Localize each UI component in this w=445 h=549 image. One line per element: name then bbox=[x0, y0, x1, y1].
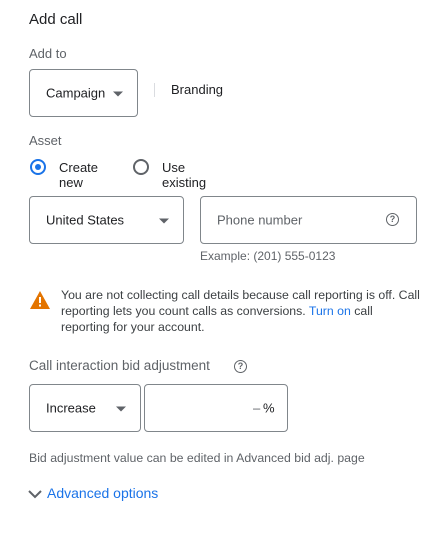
asset-label: Asset bbox=[29, 133, 62, 148]
divider bbox=[154, 83, 155, 97]
country-value: United States bbox=[46, 212, 125, 228]
use-existing-radio[interactable] bbox=[133, 159, 149, 175]
bid-adjustment-label: Call interaction bid adjustment bbox=[29, 358, 210, 373]
chevron-down-icon bbox=[113, 91, 123, 97]
bid-direction-value: Increase bbox=[46, 400, 96, 416]
warning-icon bbox=[29, 290, 51, 315]
selected-campaign-name: Branding bbox=[171, 82, 224, 97]
help-icon[interactable]: ? bbox=[386, 213, 399, 226]
phone-example: Example: (201) 555-0123 bbox=[200, 249, 336, 263]
bid-direction-dropdown[interactable]: Increase bbox=[29, 384, 141, 432]
phone-number-placeholder[interactable]: Phone number bbox=[217, 213, 302, 228]
create-new-label[interactable]: Create new bbox=[59, 160, 98, 190]
add-to-dropdown-value: Campaign bbox=[46, 85, 106, 101]
percent-unit: % bbox=[263, 400, 275, 416]
chevron-down-icon bbox=[159, 218, 169, 224]
help-icon[interactable]: ? bbox=[234, 360, 247, 373]
add-to-label: Add to bbox=[29, 46, 67, 61]
section-title: Add call bbox=[29, 11, 83, 28]
chevron-down-icon bbox=[28, 490, 42, 499]
country-dropdown[interactable]: United States bbox=[29, 196, 184, 244]
turn-on-link[interactable]: Turn on bbox=[309, 304, 351, 318]
add-to-dropdown[interactable]: Campaign bbox=[29, 69, 138, 117]
call-reporting-warning: You are not collecting call details beca… bbox=[61, 287, 421, 335]
bid-percent-dash: – bbox=[253, 400, 261, 416]
advanced-options-label[interactable]: Advanced options bbox=[47, 485, 158, 501]
create-new-radio[interactable] bbox=[30, 159, 46, 175]
use-existing-label[interactable]: Use existing bbox=[162, 160, 206, 190]
bid-percent-input[interactable]: – % bbox=[144, 384, 288, 432]
phone-number-field[interactable]: Phone number ? bbox=[200, 196, 417, 244]
chevron-down-icon bbox=[116, 406, 126, 412]
bid-adjustment-note: Bid adjustment value can be edited in Ad… bbox=[29, 451, 365, 465]
